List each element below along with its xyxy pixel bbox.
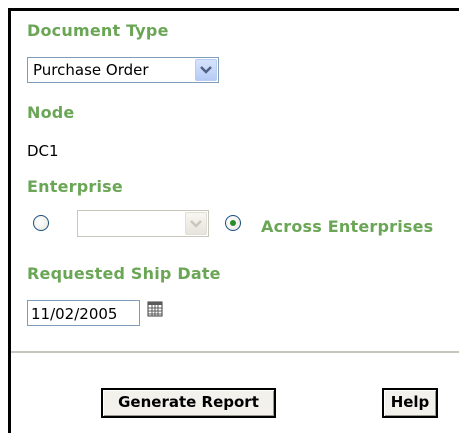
- requested-ship-date-label: Requested Ship Date: [27, 264, 221, 283]
- enterprise-label: Enterprise: [27, 177, 123, 196]
- node-label: Node: [27, 103, 75, 122]
- radio-selected-dot: [230, 220, 236, 226]
- calendar-icon[interactable]: [147, 301, 163, 317]
- across-enterprises-label[interactable]: Across Enterprises: [261, 217, 433, 236]
- enterprise-specific-radio[interactable]: [33, 215, 49, 231]
- generate-report-button[interactable]: Generate Report: [101, 388, 276, 418]
- section-divider: [11, 351, 459, 353]
- across-enterprises-radio[interactable]: [225, 215, 241, 231]
- document-type-selected-value: Purchase Order: [33, 61, 149, 79]
- document-type-select[interactable]: Purchase Order: [27, 57, 219, 83]
- chevron-down-icon: [185, 212, 207, 235]
- requested-ship-date-input[interactable]: [27, 300, 140, 326]
- help-button[interactable]: Help: [382, 388, 438, 418]
- chevron-down-icon[interactable]: [195, 59, 217, 81]
- node-value: DC1: [27, 142, 59, 160]
- enterprise-select: [77, 210, 209, 237]
- document-type-label: Document Type: [27, 21, 169, 40]
- report-criteria-panel: Document Type Purchase Order Node DC1 En…: [8, 8, 459, 433]
